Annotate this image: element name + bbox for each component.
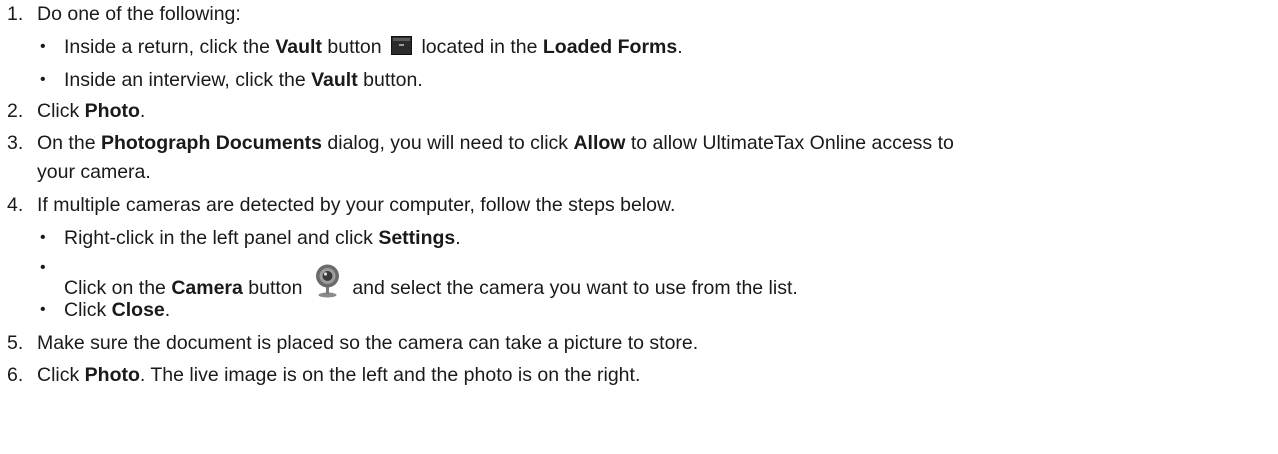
- step-number: 1.: [7, 3, 24, 25]
- bullet-text-pre: Click: [64, 299, 112, 321]
- photo-label: Photo: [84, 364, 140, 386]
- bullet-text-mid: button: [242, 277, 308, 299]
- camera-icon: [314, 264, 341, 298]
- step-text-mid: dialog, you will need to click: [321, 132, 574, 154]
- bullet-text-pre: Click on the: [64, 277, 172, 299]
- loaded-forms-label: Loaded Forms: [542, 36, 678, 58]
- bullet-text: Click Close.: [64, 298, 170, 322]
- bullet-text: Click on the Camera button and select th…: [64, 264, 798, 300]
- bullet-text-pre: Inside an interview, click the: [64, 69, 312, 91]
- step-text-post: . The live image is on the left and the …: [139, 364, 641, 386]
- bullet-text-post: button.: [357, 69, 423, 91]
- vault-label: Vault: [275, 36, 322, 58]
- bullet-text-mid2: located in the: [416, 36, 543, 58]
- instructions-page: 1. Do one of the following: • Inside a r…: [0, 0, 1278, 454]
- step-number: 6.: [7, 364, 24, 386]
- bullet-text: Inside an interview, click the Vault but…: [64, 68, 423, 92]
- step-text: Do one of the following:: [37, 3, 241, 25]
- bullet-text-post: .: [164, 299, 171, 321]
- allow-label: Allow: [573, 132, 626, 154]
- bullet-text-mid: button: [321, 36, 388, 58]
- bullet-text-pre: Inside a return, click the: [64, 36, 276, 58]
- step-text-pre: Click: [37, 100, 85, 122]
- step-text: Click Photo.: [37, 99, 145, 123]
- bullet-text-pre: Right-click in the left panel and click: [64, 227, 379, 249]
- bullet-text: Right-click in the left panel and click …: [64, 226, 461, 250]
- step-text: If multiple cameras are detected by your…: [37, 194, 676, 216]
- step-text-pre: On the: [37, 132, 101, 154]
- step-number: 5.: [7, 332, 24, 354]
- bullet-text: Inside a return, click the Vault button …: [64, 35, 683, 59]
- settings-label: Settings: [378, 227, 456, 249]
- step-text-post: .: [139, 100, 146, 122]
- bullet-icon: •: [40, 301, 46, 318]
- vault-label: Vault: [311, 69, 358, 91]
- step-text-post: to allow UltimateTax Online access to: [625, 132, 954, 154]
- bullet-icon: •: [40, 71, 46, 88]
- step-text: Click Photo. The live image is on the le…: [37, 363, 640, 387]
- bullet-icon: •: [40, 259, 46, 276]
- bullet-icon: •: [40, 229, 46, 246]
- bullet-text-post: .: [677, 36, 683, 58]
- step-number: 4.: [7, 194, 24, 216]
- close-label: Close: [111, 299, 165, 321]
- bullet-icon: •: [40, 38, 46, 55]
- photo-label: Photo: [84, 100, 140, 122]
- camera-label: Camera: [171, 277, 243, 299]
- bullet-text-post: and select the camera you want to use fr…: [346, 277, 798, 299]
- vault-icon: [391, 36, 413, 55]
- step-number: 3.: [7, 132, 24, 154]
- step-text: On the Photograph Documents dialog, you …: [37, 131, 954, 155]
- step-text: Make sure the document is placed so the …: [37, 332, 699, 354]
- step-text-pre: Click: [37, 364, 85, 386]
- bullet-text-post: .: [455, 227, 461, 249]
- step-text-continuation: your camera.: [37, 161, 151, 183]
- photograph-documents-label: Photograph Documents: [100, 132, 322, 154]
- step-number: 2.: [7, 100, 24, 122]
